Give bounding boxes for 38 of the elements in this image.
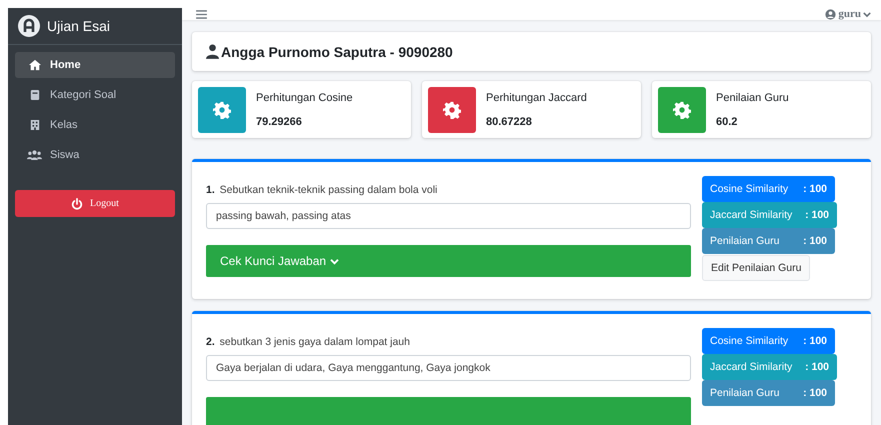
score-badge: Cosine Similarity : 100 (702, 176, 835, 202)
chevron-down-icon (330, 258, 340, 264)
sidebar-item[interactable]: Kategori Soal (15, 82, 175, 108)
student-name: Angga Purnomo Saputra - 9090280 (206, 44, 453, 60)
person-icon (206, 44, 219, 59)
score-badge: Cosine Similarity : 100 (702, 328, 835, 354)
question-text: 1. Sebutkan teknik-teknik passing dalam bola voli (206, 184, 438, 196)
caret-icon (863, 10, 871, 18)
answer-field[interactable]: Gaya berjalan di udara, Gaya menggantung, Gaya jongkok (206, 355, 691, 381)
users-icon (27, 150, 42, 160)
info-label: Penilaian Guru (716, 92, 789, 104)
score-badge: Penilaian Guru : 100 (702, 380, 835, 406)
question-text: 2. sebutkan 3 jenis gaya dalam lompat jauh (206, 336, 411, 348)
info-value: 60.2 (716, 116, 738, 128)
answer-field[interactable]: passing bawah, passing atas (206, 203, 691, 229)
power-icon (71, 198, 84, 210)
gear-icon (443, 100, 461, 118)
sidebar-item[interactable]: Home (15, 52, 175, 78)
score-badge: Penilaian Guru : 100 (702, 228, 835, 254)
score-badge: Jaccard Similarity : 100 (702, 354, 837, 380)
sidebar-item[interactable]: Siswa (15, 142, 175, 168)
info-label: Perhitungan Jaccard (486, 92, 587, 104)
home-icon (28, 59, 42, 71)
logout-button[interactable]: Logout (15, 190, 175, 217)
gear-icon (673, 100, 691, 118)
info-value: 79.29266 (256, 116, 303, 128)
info-value: 80.67228 (486, 116, 533, 128)
book-icon (30, 89, 40, 101)
menu-icon[interactable] (196, 10, 207, 18)
logo-icon (18, 15, 40, 37)
gear-icon (213, 100, 231, 118)
edit-button[interactable]: Edit Penilaian Guru (702, 255, 810, 281)
user-menu[interactable]: guru (825, 8, 871, 20)
score-badge: Jaccard Similarity : 100 (702, 202, 837, 228)
building-icon (30, 119, 40, 131)
sidebar-item[interactable]: Kelas (15, 112, 175, 138)
brand-title: Ujian Esai (47, 18, 110, 34)
info-label: Perhitungan Cosine (256, 92, 353, 104)
